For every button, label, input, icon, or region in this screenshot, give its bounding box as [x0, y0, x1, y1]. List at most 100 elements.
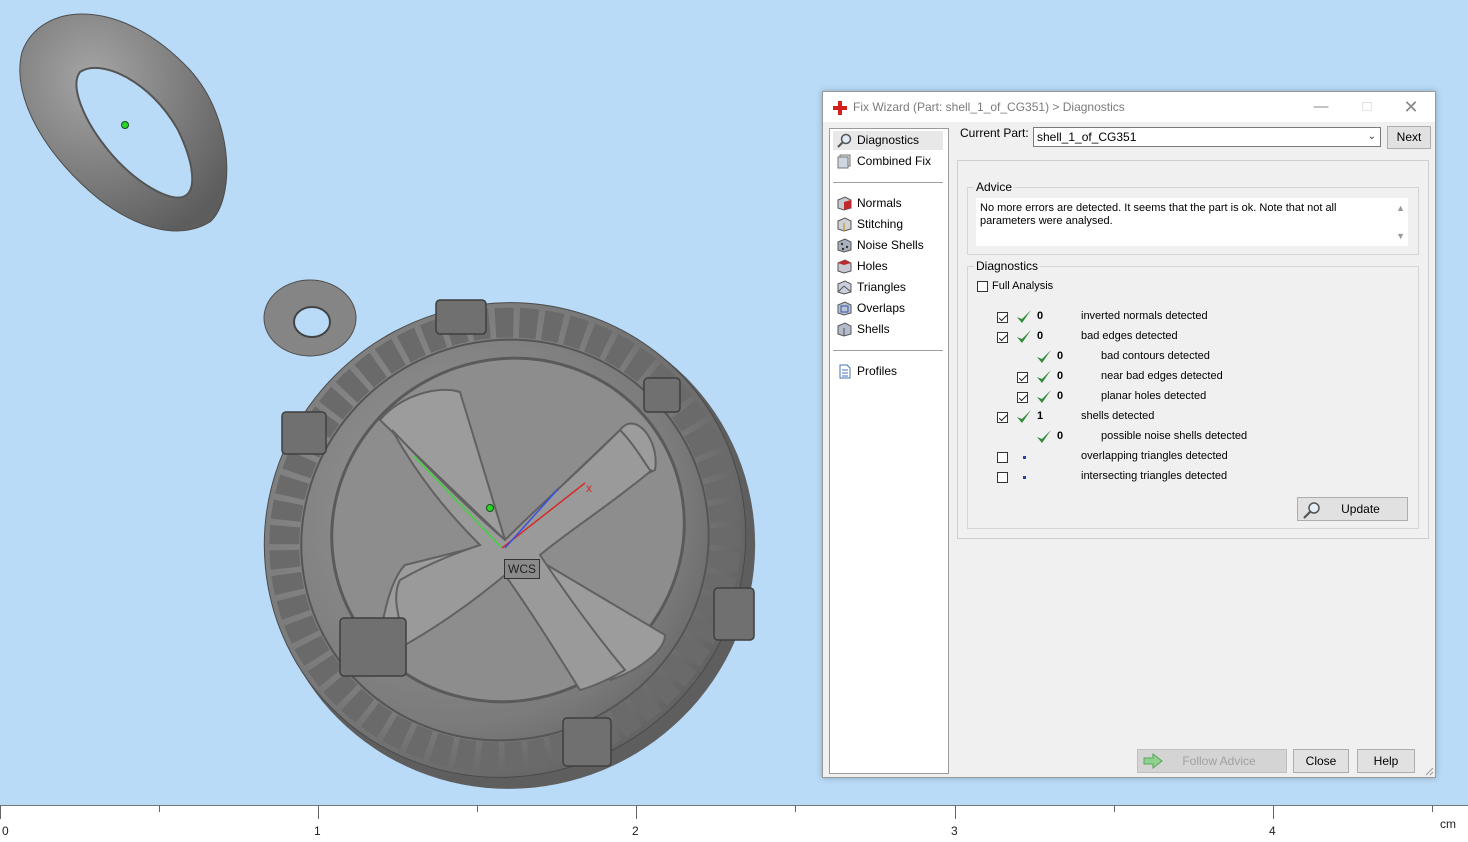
unknown-status-dot	[1023, 456, 1026, 459]
ruler-tick	[0, 805, 1, 819]
diagnostic-checkbox[interactable]	[997, 472, 1008, 483]
diagnostic-label: intersecting triangles detected	[1081, 470, 1228, 482]
nav-label: Triangles	[857, 280, 906, 294]
nav-item-shells[interactable]: Shells	[833, 320, 943, 339]
advice-title: Advice	[974, 180, 1015, 194]
close-window-button[interactable]: ✕	[1389, 94, 1433, 120]
nav-label: Noise Shells	[857, 238, 924, 252]
nav-item-combined-fix[interactable]: Combined Fix	[833, 152, 943, 171]
dialog-title: Fix Wizard (Part: shell_1_of_CG351) > Di…	[853, 100, 1125, 114]
diagnostic-count: 0	[1057, 390, 1064, 402]
advice-text: No more errors are detected. It seems th…	[980, 202, 1337, 227]
diagnostics-group: Diagnostics Full Analysis 0 inverted norm…	[967, 259, 1419, 529]
ruler-tick	[159, 805, 160, 812]
ruler-label: 4	[1269, 824, 1276, 838]
diagnostic-checkbox[interactable]	[997, 412, 1008, 423]
update-button[interactable]: Update	[1297, 497, 1408, 521]
nav-item-normals[interactable]: Normals	[833, 194, 943, 213]
resize-grip-icon[interactable]	[1424, 766, 1434, 776]
nav-item-holes[interactable]: Holes	[833, 257, 943, 276]
diagnostics-page: Advice No more errors are detected. It s…	[957, 160, 1429, 539]
diagnostic-label: inverted normals detected	[1081, 310, 1208, 322]
diagnostics-title: Diagnostics	[974, 259, 1041, 273]
magnifier-icon	[837, 133, 852, 148]
green-check-icon	[1017, 330, 1031, 343]
follow-advice-label: Follow Advice	[1182, 754, 1256, 768]
ring-model[interactable]	[19, 13, 228, 232]
ruler-baseline	[0, 805, 1468, 806]
nav-item-noise-shells[interactable]: Noise Shells	[833, 236, 943, 255]
nav-item-overlaps[interactable]: Overlaps	[833, 299, 943, 318]
green-check-icon	[1037, 350, 1051, 363]
noise-shells-icon	[837, 238, 852, 253]
triangles-cube-icon	[837, 280, 852, 295]
minimize-button[interactable]: —	[1299, 94, 1343, 120]
ruler-label: 3	[951, 824, 958, 838]
diagnostic-count: 1	[1037, 410, 1044, 422]
advice-text-box[interactable]: No more errors are detected. It seems th…	[976, 198, 1408, 246]
diagnostic-count: 0	[1037, 330, 1044, 342]
close-button[interactable]: Close	[1293, 749, 1349, 773]
nav-label: Holes	[857, 259, 888, 273]
current-part-dropdown[interactable]: shell_1_of_CG351 ⌄	[1033, 127, 1381, 147]
ruler-tick	[1114, 805, 1115, 812]
diagnostic-checkbox[interactable]	[1017, 372, 1028, 383]
axis-x-label: x	[586, 481, 592, 495]
next-button[interactable]: Next	[1387, 126, 1431, 149]
stitching-cube-icon	[837, 217, 852, 232]
full-analysis-checkbox[interactable]	[977, 281, 988, 292]
green-check-icon	[1017, 410, 1031, 423]
ruler-label: 0	[2, 824, 9, 838]
scroll-up-icon[interactable]: ▲	[1396, 202, 1405, 215]
nav-item-triangles[interactable]: Triangles	[833, 278, 943, 297]
nav-label: Shells	[857, 322, 890, 336]
diagnostic-label: planar holes detected	[1101, 390, 1207, 402]
diagnostic-checkbox[interactable]	[997, 452, 1008, 463]
help-button[interactable]: Help	[1357, 749, 1415, 773]
ruler-label: 2	[632, 824, 639, 838]
diagnostic-label: shells detected	[1081, 410, 1155, 422]
diagnostic-checkbox[interactable]	[997, 332, 1008, 343]
follow-advice-button[interactable]: Follow Advice	[1137, 749, 1287, 773]
shells-cube-icon	[837, 322, 852, 337]
diagnostic-label: bad edges detected	[1081, 330, 1178, 342]
nav-label: Combined Fix	[857, 154, 932, 168]
ruler-tick	[795, 805, 796, 812]
magnifier-icon	[1303, 502, 1320, 519]
normals-cube-icon	[837, 196, 852, 211]
advice-group: Advice No more errors are detected. It s…	[967, 180, 1419, 255]
diagnostic-label: near bad edges detected	[1101, 370, 1223, 382]
ruler-label: 1	[314, 824, 321, 838]
full-analysis-label: Full Analysis	[992, 280, 1054, 292]
nav-item-diagnostics[interactable]: Diagnostics	[833, 131, 943, 150]
diagnostic-label: possible noise shells detected	[1101, 430, 1248, 442]
wcs-label: WCS	[504, 559, 540, 579]
dialog-titlebar[interactable]: Fix Wizard (Part: shell_1_of_CG351) > Di…	[823, 92, 1435, 122]
diagnostic-count: 0	[1037, 310, 1044, 322]
fix-wizard-dialog: Fix Wizard (Part: shell_1_of_CG351) > Di…	[822, 91, 1436, 778]
diagnostic-checkbox[interactable]	[997, 312, 1008, 323]
diagnostic-count: 0	[1057, 350, 1064, 362]
nav-separator	[833, 182, 943, 183]
ruler-tick	[1432, 805, 1433, 812]
holes-cube-icon	[837, 259, 852, 274]
nav-item-stitching[interactable]: Stitching	[833, 215, 943, 234]
nav-item-profiles[interactable]: Profiles	[833, 362, 943, 381]
wizard-nav-panel: Diagnostics Combined Fix Normals Stitchi…	[829, 128, 949, 774]
nav-label: Overlaps	[857, 301, 906, 315]
nav-label: Stitching	[857, 217, 904, 231]
scroll-down-icon[interactable]: ▼	[1396, 230, 1405, 243]
ruler-tick	[477, 805, 478, 812]
green-check-icon	[1017, 310, 1031, 323]
pendant-model[interactable]: x	[181, 218, 841, 805]
current-part-value: shell_1_of_CG351	[1037, 130, 1137, 144]
diagnostic-checkbox[interactable]	[1017, 392, 1028, 403]
update-label: Update	[1341, 502, 1380, 516]
diagnostic-label: bad contours detected	[1101, 350, 1210, 362]
ruler-unit: cm	[1440, 817, 1456, 831]
ruler-tick	[1273, 805, 1274, 819]
ruler-tick	[955, 805, 956, 819]
current-part-label: Current Part:	[960, 126, 1029, 140]
nav-label: Normals	[857, 196, 902, 210]
diagnostic-count: 0	[1057, 430, 1064, 442]
